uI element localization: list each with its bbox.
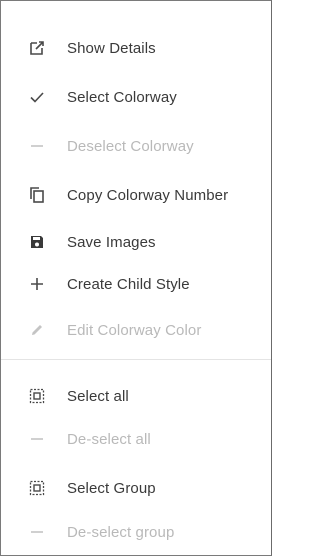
menu-item-label: Select Group [67, 479, 156, 497]
menu-item-show-details[interactable]: Show Details [1, 29, 271, 67]
menu-item-label: Save Images [67, 233, 156, 251]
menu-item-select-group[interactable]: Select Group [1, 469, 271, 507]
menu-item-deselect-all[interactable]: De-select all [1, 420, 271, 458]
select-group-icon [28, 479, 46, 497]
menu-item-create-child-style[interactable]: Create Child Style [1, 265, 271, 303]
menu-item-label: Show Details [67, 39, 156, 57]
menu-item-label: Create Child Style [67, 275, 190, 293]
menu-item-select-all[interactable]: Select all [1, 377, 271, 415]
minus-icon [28, 430, 46, 448]
select-all-icon [28, 387, 46, 405]
menu-item-label: Select Colorway [67, 88, 177, 106]
menu-item-label: De-select all [67, 430, 151, 448]
menu-item-deselect-colorway[interactable]: Deselect Colorway [1, 127, 271, 165]
plus-icon [28, 275, 46, 293]
menu-item-edit-colorway-color[interactable]: Edit Colorway Color [1, 311, 271, 349]
context-menu: Show Details Select Colorway Deselect Co… [0, 0, 272, 556]
checkmark-icon [28, 88, 46, 106]
menu-item-label: Copy Colorway Number [67, 186, 229, 204]
menu-item-select-colorway[interactable]: Select Colorway [1, 78, 271, 116]
menu-item-label: Edit Colorway Color [67, 321, 202, 339]
menu-item-label: Select all [67, 387, 129, 405]
minus-icon [28, 137, 46, 155]
save-icon [28, 233, 46, 251]
menu-item-label: Deselect Colorway [67, 137, 194, 155]
pencil-icon [28, 321, 46, 339]
copy-icon [28, 186, 46, 204]
minus-icon [28, 523, 46, 541]
open-external-icon [28, 39, 46, 57]
menu-item-copy-colorway-number[interactable]: Copy Colorway Number [1, 176, 271, 214]
menu-item-save-images[interactable]: Save Images [1, 223, 271, 261]
menu-item-label: De-select group [67, 523, 175, 541]
menu-divider [1, 359, 271, 360]
menu-item-deselect-group[interactable]: De-select group [1, 513, 271, 551]
